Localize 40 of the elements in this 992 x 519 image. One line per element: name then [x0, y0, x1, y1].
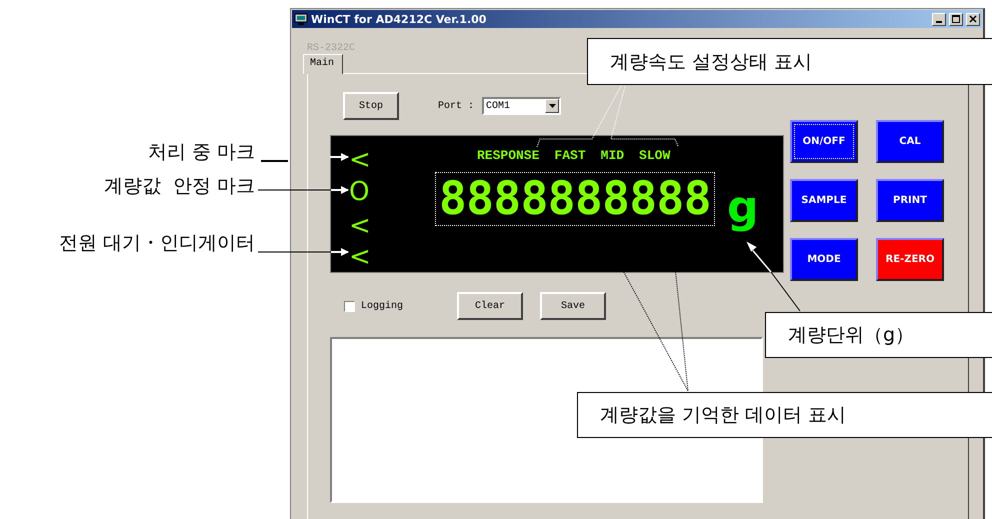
key-button[interactable]: MODE [790, 238, 858, 281]
key-button[interactable]: ON/OFF [790, 120, 858, 163]
indicator-mark: < [349, 213, 372, 239]
minimize-icon [936, 20, 942, 22]
maximize-icon [950, 14, 962, 24]
caret-icon [548, 104, 556, 108]
leader-line [610, 86, 678, 146]
weight-reading: 8888888888 [439, 171, 711, 225]
stop-button[interactable]: Stop [343, 92, 399, 120]
speed-label: FAST [554, 148, 586, 163]
unit-label: g [726, 186, 758, 230]
callout-tooltip: 계량값을 기억한 데이터 표시 [577, 392, 992, 438]
close-icon [967, 14, 979, 24]
indicator-mark: < [349, 244, 372, 270]
log-button[interactable]: Clear [457, 292, 523, 320]
port-label: Port : [438, 100, 474, 112]
logging-checkbox[interactable] [344, 300, 355, 312]
callout-tooltip: 계량단위（g） [765, 312, 992, 358]
speed-label: SLOW [639, 148, 670, 163]
key-button[interactable]: CAL [876, 120, 944, 163]
key-button[interactable]: PRINT [876, 179, 944, 222]
maximize-button[interactable] [949, 12, 963, 26]
window-title: WinCT for AD4212C Ver.1.00 [311, 12, 488, 26]
log-button[interactable]: Save [540, 292, 606, 320]
key-button[interactable]: RE-ZERO [876, 238, 944, 281]
minimize-button[interactable] [932, 12, 946, 26]
monitor-icon [294, 12, 308, 26]
response-label: RESPONSE [477, 148, 540, 163]
annotation-label: 처리 중 마크 [148, 140, 255, 165]
annotation-label: 계량값 안정 마크 [104, 174, 255, 199]
close-button[interactable] [966, 12, 980, 26]
speed-label: MID [600, 148, 624, 163]
indicator-mark: < [349, 147, 372, 173]
port-dropdown[interactable]: COM1 [482, 97, 562, 115]
indicator-mark: O [349, 179, 370, 205]
tab[interactable]: Main [303, 54, 344, 74]
logging-label: Logging [361, 300, 404, 312]
annotation-label: 전원 대기・인디게이터 [58, 231, 255, 256]
key-button[interactable]: SAMPLE [790, 179, 858, 222]
callout-tooltip: 계량속도 설정상태 표시 [587, 38, 992, 85]
